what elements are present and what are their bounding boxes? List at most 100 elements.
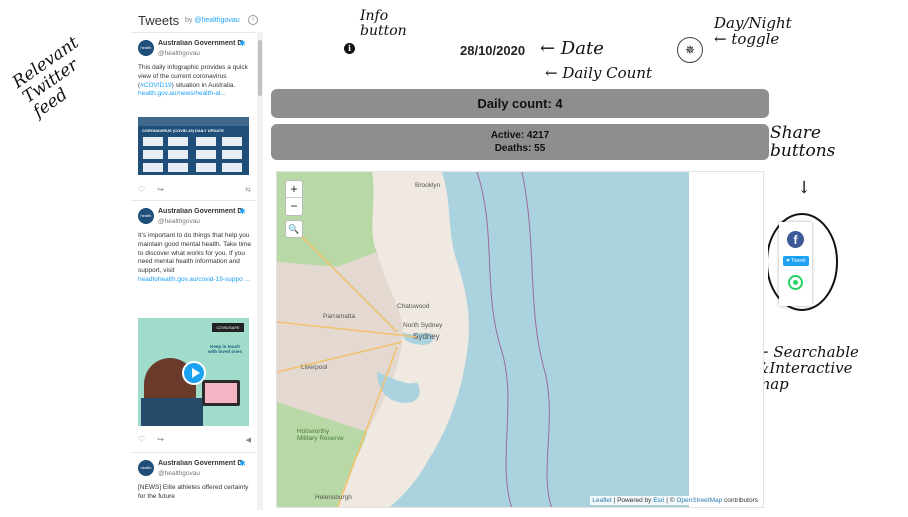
avatar[interactable]: health	[138, 40, 154, 56]
map-search-button[interactable]: 🔍	[285, 220, 303, 238]
tweet-body: It's important to do things that help yo…	[138, 232, 251, 275]
infographic-cell	[222, 150, 242, 159]
covidsafe-badge: COVIDSAFE	[212, 323, 244, 332]
play-icon[interactable]	[182, 361, 206, 385]
annotation-share-buttons: Share buttons	[770, 123, 836, 161]
feed-scrollbar[interactable]	[257, 32, 263, 510]
map-label-north-sydney: North Sydney	[403, 322, 443, 329]
tweet-author[interactable]: Australian Government D	[158, 40, 242, 47]
infographic-cell	[196, 150, 216, 159]
osm-link[interactable]: OpenStreetMap	[676, 497, 722, 504]
covidsafe-caption: Keep in touch with loved ones	[208, 344, 242, 354]
interactive-map[interactable]: Brooklyn Chatswood Parramatta North Sydn…	[276, 171, 764, 508]
tweet-author[interactable]: Australian Government D	[158, 208, 242, 215]
map-label-helensburgh: Helensburgh	[315, 494, 352, 501]
feed-handle-link[interactable]: @healthgovau	[194, 17, 239, 24]
whatsapp-share-button[interactable]	[788, 275, 803, 290]
info-button[interactable]: i	[344, 43, 355, 54]
infographic-header	[138, 117, 249, 126]
active-cases: Active: 4217	[490, 130, 550, 141]
twitter-bird-icon: ✱	[239, 459, 246, 468]
tweet-2[interactable]: health Australian Government D ✱ @health…	[131, 201, 257, 453]
facebook-share-button[interactable]: f	[787, 231, 804, 248]
esri-link[interactable]: Esri	[653, 497, 664, 504]
map-label-holsworthy: Holsworthy Military Reserve	[297, 428, 344, 442]
annotation-info-button: Info button	[360, 8, 407, 39]
infographic-cell	[168, 150, 188, 159]
attribution-powered: | Powered by	[611, 497, 654, 504]
annotation-share-arrow: ↓	[797, 178, 812, 198]
feed-header: Tweets by @healthgovau i	[138, 13, 266, 31]
infographic-cell	[143, 137, 163, 146]
covidsafe-video-thumbnail[interactable]: COVIDSAFE Keep in touch with loved ones	[138, 318, 249, 426]
like-icon[interactable]: ♡	[138, 185, 145, 194]
tweet-menu-icon[interactable]: ◀	[246, 436, 251, 444]
annotation-day-night-toggle: Day/Night ← toggle	[714, 14, 792, 48]
avatar[interactable]: health	[138, 460, 154, 476]
tweet-text: [NEWS] Elite athletes offered certainty …	[138, 484, 254, 502]
tweet-body-2: ) situation in Australia.	[171, 81, 236, 89]
info-icon[interactable]: i	[248, 15, 258, 25]
tweet-1[interactable]: health Australian Government D ✱ @health…	[131, 33, 257, 201]
like-icon[interactable]: ♡	[138, 435, 145, 444]
tweet-share-button[interactable]: ♥ Tweet	[783, 256, 809, 266]
infographic-title: CORONAVIRUS (COVID-19) DAILY UPDATE	[142, 128, 224, 133]
infographic-cell	[196, 163, 216, 172]
hashtag-link[interactable]: #COVID19	[140, 82, 171, 89]
illustration-laptop	[202, 380, 240, 406]
facebook-icon: f	[793, 233, 798, 247]
tweet-list[interactable]: health Australian Government D ✱ @health…	[131, 32, 257, 510]
share-panel: f ♥ Tweet	[779, 222, 812, 306]
infographic-cell	[168, 137, 188, 146]
tweet-author[interactable]: Australian Government D	[158, 460, 242, 467]
tweet-handle[interactable]: @healthgovau	[158, 218, 200, 225]
avatar[interactable]: health	[138, 208, 154, 224]
daily-count-banner: Daily count: 4	[271, 89, 769, 118]
search-icon: 🔍	[288, 224, 300, 234]
annotation-date: ← Date	[540, 38, 604, 59]
attribution-sep: | ©	[664, 497, 677, 504]
infographic-cell	[222, 163, 242, 172]
twitter-feed[interactable]: Tweets by @healthgovau i health Australi…	[131, 6, 266, 510]
map-label-parramatta: Parramatta	[323, 313, 356, 320]
tweet-actions: ♡ ↪	[138, 185, 176, 194]
map-attribution: Leaflet | Powered by Esri | © OpenStreet…	[590, 496, 760, 505]
twitter-bird-icon: ✱	[239, 39, 246, 48]
zoom-out-button[interactable]: −	[286, 198, 302, 215]
tweet-handle[interactable]: @healthgovau	[158, 470, 200, 477]
map-label-chatswood: Chatswood	[397, 303, 430, 310]
tweet-link[interactable]: headtohealth.gov.au/covid-19-suppo ...	[138, 276, 250, 283]
illustration-laptop-screen	[205, 383, 237, 403]
zoom-in-button[interactable]: +	[286, 181, 302, 198]
stats-banner: Active: 4217 Deaths: 55	[271, 124, 769, 160]
feed-scrollbar-thumb[interactable]	[258, 40, 262, 96]
tweet-menu-icon[interactable]: ⇆	[245, 186, 251, 194]
date-display: 28/10/2020	[460, 43, 526, 58]
tweet-handle[interactable]: @healthgovau	[158, 50, 200, 57]
sun-icon: ✵	[684, 43, 696, 57]
tweet-body: [NEWS] Elite athletes offered certainty …	[138, 484, 249, 500]
attribution-contributors: contributors	[722, 497, 758, 504]
map-label-brooklyn: Brooklyn	[415, 182, 441, 189]
day-night-toggle[interactable]: ✵	[677, 37, 703, 63]
infographic-cell	[196, 137, 216, 146]
illustration-chair	[141, 398, 203, 426]
share-icon[interactable]: ↪	[157, 435, 164, 444]
daily-update-infographic[interactable]: CORONAVIRUS (COVID-19) DAILY UPDATE	[138, 117, 249, 175]
twitter-bird-icon: ✱	[239, 207, 246, 216]
map-label-sydney: Sydney	[413, 332, 440, 341]
tweet-link[interactable]: health.gov.au/news/health-al...	[138, 90, 226, 97]
infographic-cell	[143, 163, 163, 172]
leaflet-link[interactable]: Leaflet	[592, 497, 612, 504]
zoom-control: + −	[285, 180, 303, 216]
share-icon[interactable]: ↪	[157, 185, 164, 194]
tweet-text: It's important to do things that help yo…	[138, 232, 254, 285]
feed-title: Tweets	[138, 13, 180, 28]
annotation-twitter-feed: Relevant Twitter feed	[8, 32, 83, 122]
infographic-cell	[143, 150, 163, 159]
daily-count: Daily count: 4	[477, 96, 563, 111]
annotation-daily-count: ← Daily Count	[545, 64, 652, 82]
map-tiles[interactable]	[277, 172, 764, 508]
tweet-3[interactable]: health Australian Government D ✱ @health…	[131, 453, 257, 510]
deaths-count: Deaths: 55	[494, 143, 546, 154]
